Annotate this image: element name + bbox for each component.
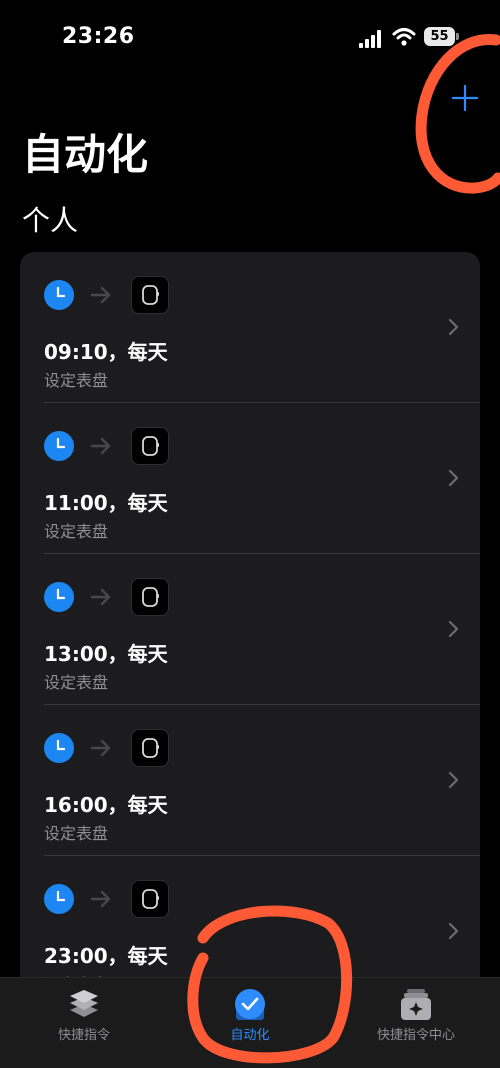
gallery-icon	[401, 989, 431, 1020]
wifi-icon	[392, 28, 416, 46]
clock-icon	[44, 280, 74, 310]
chevron-right-icon	[448, 620, 459, 638]
automation-item[interactable]: 09:10，每天 设定表盘	[20, 252, 480, 403]
page-title: 自动化	[22, 130, 149, 179]
tab-label: 自动化	[230, 1028, 270, 1043]
arrow-right-icon	[90, 739, 111, 757]
add-automation-button[interactable]	[450, 83, 480, 113]
battery-indicator: 55	[424, 27, 455, 46]
automation-subtitle: 设定表盘	[44, 673, 109, 692]
section-title: 个人	[22, 204, 79, 237]
arrow-right-icon	[90, 286, 111, 304]
arrow-right-icon	[90, 588, 111, 606]
tab-shortcuts[interactable]: 快捷指令	[4, 978, 164, 1068]
shortcuts-icon	[70, 990, 98, 1017]
tab-gallery[interactable]: 快捷指令中心	[336, 978, 496, 1068]
automation-item[interactable]: 16:00，每天 设定表盘	[20, 705, 480, 856]
tab-automation[interactable]: 自动化	[170, 978, 330, 1068]
automation-title: 11:00，每天	[44, 491, 168, 515]
clock-icon	[44, 884, 74, 914]
automation-subtitle: 设定表盘	[44, 824, 109, 843]
chevron-right-icon	[448, 771, 459, 789]
status-time: 23:26	[62, 24, 135, 49]
tab-bar: 快捷指令 自动化 快捷指令中心	[0, 977, 500, 1068]
chevron-right-icon	[448, 922, 459, 940]
tab-label: 快捷指令中心	[376, 1028, 455, 1043]
automation-title: 23:00，每天	[44, 944, 168, 968]
automation-subtitle: 设定表盘	[44, 522, 109, 541]
cellular-signal-icon	[359, 30, 381, 48]
automation-title: 09:10，每天	[44, 340, 168, 364]
battery-tip	[456, 33, 459, 40]
arrow-right-icon	[90, 437, 111, 455]
arrow-right-icon	[90, 890, 111, 908]
automation-title: 16:00，每天	[44, 793, 168, 817]
watch-icon	[131, 427, 169, 465]
automation-subtitle: 设定表盘	[44, 371, 109, 390]
automation-title: 13:00，每天	[44, 642, 168, 666]
automation-item[interactable]: 13:00，每天 设定表盘	[20, 554, 480, 705]
clock-icon	[44, 431, 74, 461]
automation-list: 09:10，每天 设定表盘 11:00，每天 设定表盘 13:00，每天 设定表…	[20, 252, 480, 1012]
clock-icon	[44, 733, 74, 763]
watch-icon	[131, 276, 169, 314]
automation-icon	[235, 989, 265, 1020]
watch-icon	[131, 578, 169, 616]
tab-label: 快捷指令	[57, 1028, 110, 1043]
chevron-right-icon	[448, 318, 459, 336]
watch-icon	[131, 729, 169, 767]
automation-item[interactable]: 11:00，每天 设定表盘	[20, 403, 480, 554]
status-bar: 23:26 55	[0, 0, 500, 70]
chevron-right-icon	[448, 469, 459, 487]
clock-icon	[44, 582, 74, 612]
watch-icon	[131, 880, 169, 918]
